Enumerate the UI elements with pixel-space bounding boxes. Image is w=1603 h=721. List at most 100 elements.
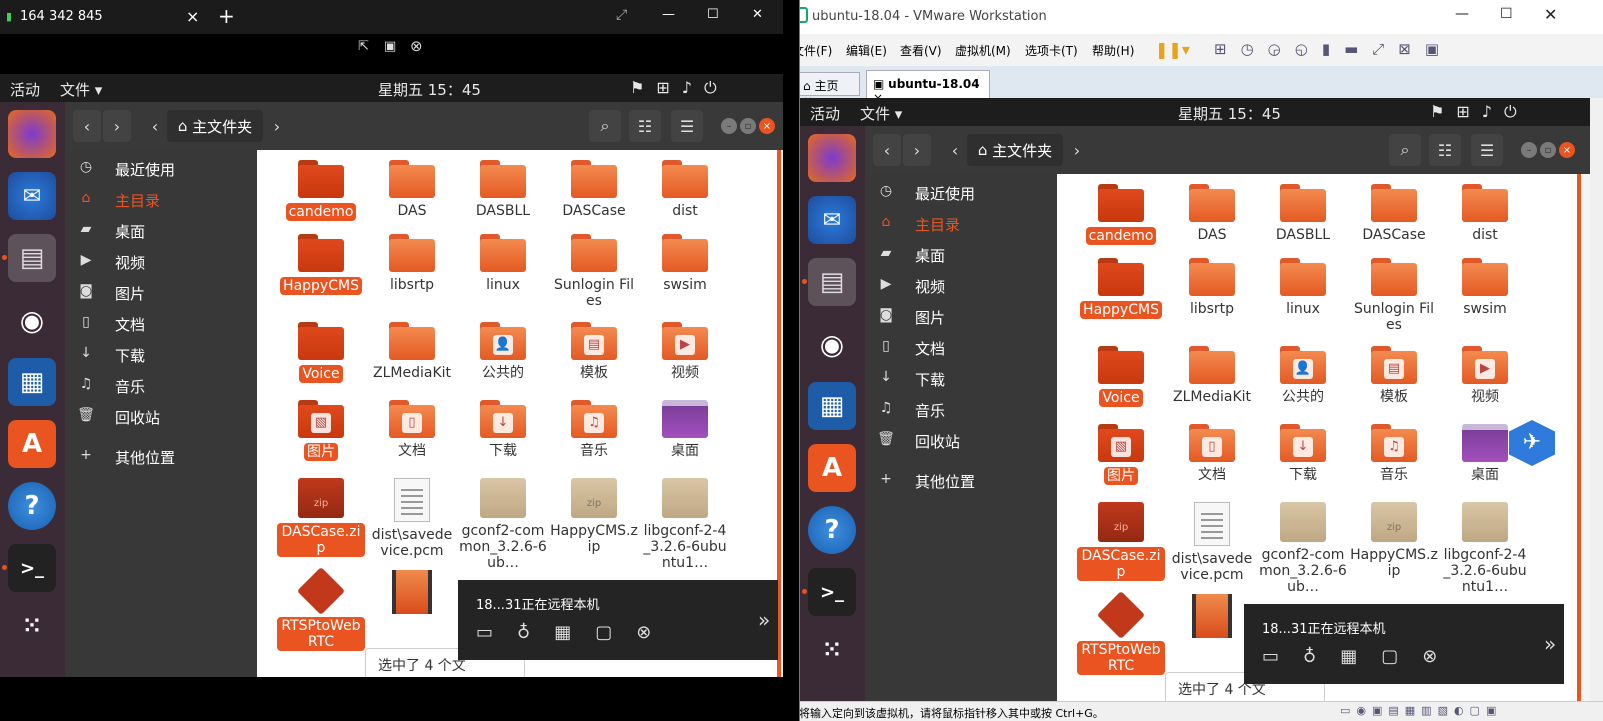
- file-item[interactable]: zip HappyCMS.zip: [1350, 502, 1438, 579]
- file-item[interactable]: ↓ 下载: [1259, 424, 1347, 483]
- sidebar-item-desktop[interactable]: ▰ 桌面: [865, 240, 1057, 271]
- back-button[interactable]: ‹: [73, 110, 101, 142]
- search-icon[interactable]: ⌕: [1389, 134, 1421, 166]
- sidebar-item-pictures[interactable]: ◙ 图片: [865, 302, 1057, 333]
- clock[interactable]: 星期五 15：45: [378, 79, 481, 100]
- forward-button[interactable]: ›: [903, 134, 931, 166]
- file-item[interactable]: HappyCMS: [1077, 258, 1165, 319]
- popup-buttons[interactable]: ▭♁▦▢⊗: [1262, 646, 1461, 667]
- file-item[interactable]: dist: [641, 160, 729, 219]
- file-item[interactable]: RTSPtoWebRTC: [1077, 590, 1165, 675]
- files-icon[interactable]: ▤: [808, 258, 856, 306]
- files-icon[interactable]: ▤: [8, 234, 56, 282]
- file-item[interactable]: swsim: [641, 234, 729, 293]
- file-item[interactable]: candemo: [277, 160, 365, 221]
- close-tab-icon[interactable]: ×: [186, 7, 199, 26]
- expand-icon[interactable]: »: [758, 608, 770, 632]
- apps-grid-icon[interactable]: ⁙: [8, 602, 56, 650]
- file-item[interactable]: DAS: [368, 160, 456, 219]
- file-item[interactable]: DASCase: [1350, 184, 1438, 243]
- file-item[interactable]: ♫ 音乐: [1350, 424, 1438, 483]
- sidebar-item-trash[interactable]: 🗑 回收站: [865, 426, 1057, 457]
- file-item[interactable]: ▯ 文档: [368, 400, 456, 459]
- file-item[interactable]: dist: [1441, 184, 1529, 243]
- file-item[interactable]: ♫ 音乐: [550, 400, 638, 459]
- file-item[interactable]: candemo: [1077, 184, 1165, 245]
- disconnect-icon[interactable]: ⊗: [410, 37, 423, 55]
- close-icon[interactable]: ×: [1559, 142, 1575, 158]
- pointer-icon[interactable]: ⇱: [358, 39, 369, 54]
- file-item[interactable]: DASBLL: [1259, 184, 1347, 243]
- forward-button[interactable]: ›: [103, 110, 131, 142]
- apps-grid-icon[interactable]: ⁙: [808, 626, 856, 674]
- sidebar-item-downloads[interactable]: ↓ 下载: [865, 364, 1057, 395]
- sidebar-item-other-locations[interactable]: + 其他位置: [865, 466, 1057, 497]
- scrollbar[interactable]: [1577, 174, 1581, 701]
- menu-icon[interactable]: ☰: [1471, 134, 1503, 166]
- firefox-icon[interactable]: [808, 134, 856, 182]
- thunderbird-icon[interactable]: ✉: [8, 172, 56, 220]
- system-tray[interactable]: ⚑⊞♪⏻: [1430, 102, 1529, 122]
- sidebar-item-trash[interactable]: 🗑 回收站: [65, 402, 257, 433]
- device-icons[interactable]: ▭◉▣▤▦▥▧◐▢▣: [1340, 704, 1502, 717]
- file-item[interactable]: [1168, 594, 1256, 643]
- search-icon[interactable]: ⌕: [589, 110, 621, 142]
- file-item[interactable]: DASBLL: [459, 160, 547, 219]
- sidebar-item-downloads[interactable]: ↓ 下载: [65, 340, 257, 371]
- file-item[interactable]: libgconf-2-4_3.2.6-6ubuntu1…: [641, 478, 729, 571]
- software-center-icon[interactable]: A: [808, 444, 856, 492]
- thunderbird-icon[interactable]: ✉: [808, 196, 856, 244]
- sidebar-item-pictures[interactable]: ◙ 图片: [65, 278, 257, 309]
- file-item[interactable]: ZLMediaKit: [1168, 346, 1256, 405]
- breadcrumb-left-icon[interactable]: ‹: [945, 134, 965, 166]
- file-item[interactable]: ▧ 图片: [277, 400, 365, 461]
- file-item[interactable]: 👤 公共的: [459, 322, 547, 381]
- libreoffice-writer-icon[interactable]: ▦: [808, 382, 856, 430]
- file-item[interactable]: linux: [459, 234, 547, 293]
- help-icon[interactable]: ?: [8, 482, 56, 530]
- close-button[interactable]: ✕: [1544, 5, 1557, 24]
- files-app-menu[interactable]: 文件 ▾: [860, 103, 902, 124]
- file-item[interactable]: Voice: [277, 322, 365, 383]
- view-toggle-icon[interactable]: ☷: [629, 110, 661, 142]
- file-item[interactable]: dist\savedevice.pcm: [1168, 502, 1256, 583]
- file-item[interactable]: 桌面: [641, 400, 729, 459]
- file-item[interactable]: 👤 公共的: [1259, 346, 1347, 405]
- maximize-button[interactable]: ☐: [707, 7, 719, 22]
- terminal-icon[interactable]: >_: [8, 544, 56, 592]
- back-button[interactable]: ‹: [873, 134, 901, 166]
- file-item[interactable]: ▤ 模板: [550, 322, 638, 381]
- terminal-icon[interactable]: >_: [808, 568, 856, 616]
- sidebar-item-music[interactable]: ♫ 音乐: [865, 395, 1057, 426]
- file-item[interactable]: libsrtp: [368, 234, 456, 293]
- view-toggle-icon[interactable]: ☷: [1429, 134, 1461, 166]
- activities-button[interactable]: 活动: [810, 103, 840, 124]
- file-item[interactable]: linux: [1259, 258, 1347, 317]
- rhythmbox-icon[interactable]: ◉: [808, 320, 856, 368]
- file-item[interactable]: zip DASCase.zip: [1077, 502, 1165, 581]
- software-center-icon[interactable]: A: [8, 420, 56, 468]
- menu-vm[interactable]: 虚拟机(M): [955, 42, 1011, 59]
- maximize-icon[interactable]: ▫: [740, 118, 756, 134]
- sidebar-item-recent[interactable]: ◷ 最近使用: [865, 178, 1057, 209]
- minimize-button[interactable]: —: [662, 7, 675, 22]
- new-tab-button[interactable]: +: [218, 4, 235, 28]
- file-item[interactable]: [368, 570, 456, 619]
- vm-toolbar-icons[interactable]: ⊞◷◶◵▮▬⤢⊠▣: [1214, 40, 1453, 58]
- maximize-icon[interactable]: ▫: [1540, 142, 1556, 158]
- menu-help[interactable]: 帮助(H): [1092, 42, 1134, 59]
- sidebar-item-videos[interactable]: ▶ 视频: [865, 271, 1057, 302]
- sidebar-item-other-locations[interactable]: + 其他位置: [65, 442, 257, 473]
- sidebar-item-documents[interactable]: ▯ 文档: [865, 333, 1057, 364]
- file-item[interactable]: DASCase: [550, 160, 638, 219]
- activities-button[interactable]: 活动: [10, 79, 40, 100]
- sidebar-item-home[interactable]: ⌂ 主目录: [65, 185, 257, 216]
- sidebar-item-desktop[interactable]: ▰ 桌面: [65, 216, 257, 247]
- breadcrumb-home[interactable]: ⌂ 主文件夹: [967, 134, 1063, 166]
- file-item[interactable]: libgconf-2-4_3.2.6-6ubuntu1…: [1441, 502, 1529, 595]
- file-item[interactable]: gconf2-common_3.2.6-6ub…: [459, 478, 547, 571]
- file-item[interactable]: ▧ 图片: [1077, 424, 1165, 485]
- sidebar-item-videos[interactable]: ▶ 视频: [65, 247, 257, 278]
- close-window-button[interactable]: ✕: [752, 7, 763, 22]
- help-icon[interactable]: ?: [808, 506, 856, 554]
